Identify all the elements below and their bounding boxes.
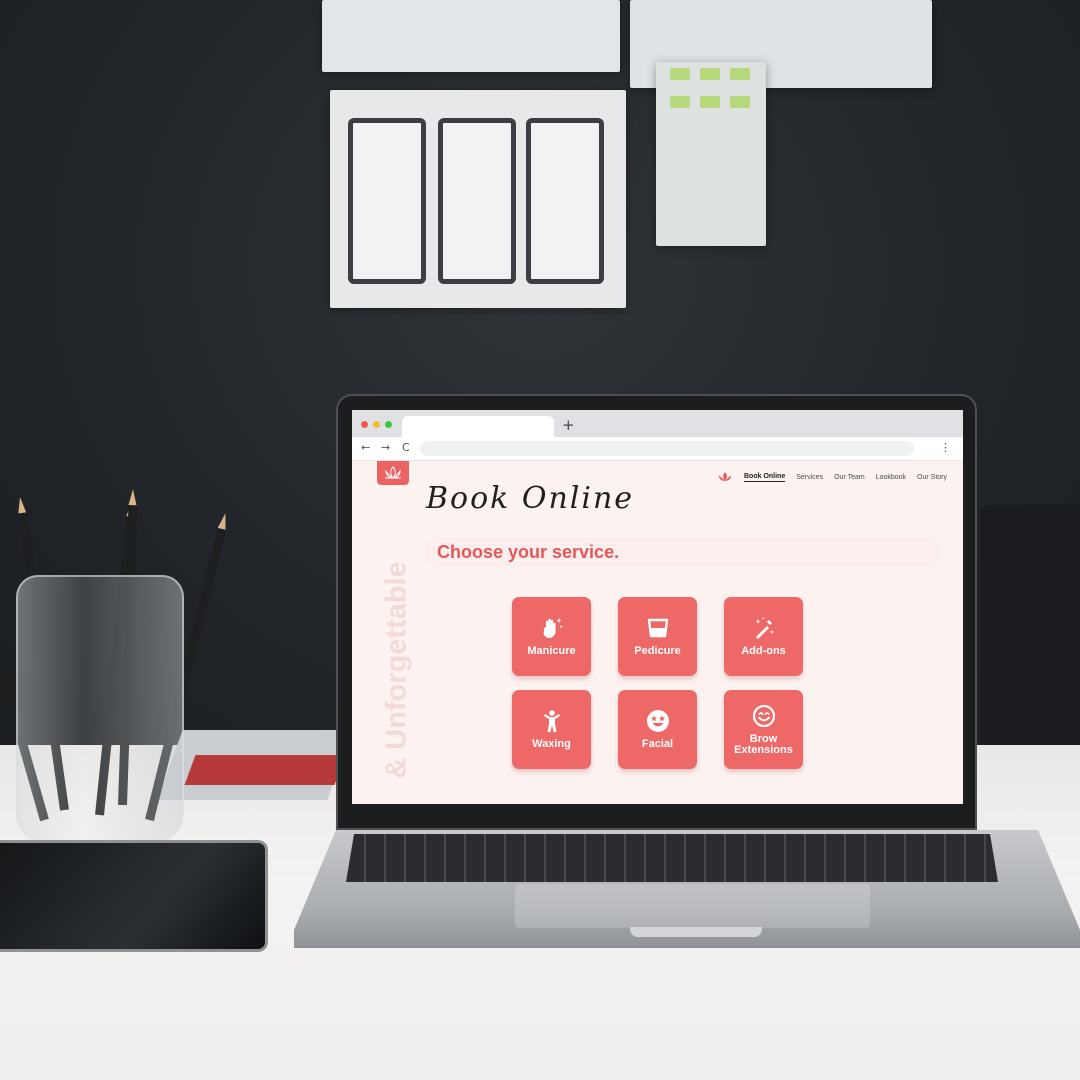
main-nav: Book Online Services Our Team Lookbook O…: [717, 472, 947, 482]
background-monitor: [980, 505, 1080, 780]
service-label: Add-ons: [741, 645, 786, 657]
address-bar-row: ← → C ⋮: [352, 437, 963, 461]
phone-sketch: [348, 118, 426, 284]
browser-menu-icon[interactable]: ⋮: [940, 441, 951, 454]
phone-sketch: [438, 118, 516, 284]
tablet: [0, 840, 268, 952]
side-tagline: & Unforgettable: [372, 536, 422, 804]
lotus-icon: [717, 472, 733, 482]
wireframe-sheet: [330, 90, 626, 308]
service-pedicure-button[interactable]: Pedicure: [618, 597, 697, 676]
forward-arrow-icon[interactable]: →: [381, 441, 390, 454]
address-input[interactable]: [420, 441, 914, 456]
site-logo[interactable]: [377, 461, 409, 485]
nav-our-story[interactable]: Our Story: [917, 474, 947, 481]
service-prompt: Choose your service.: [437, 542, 620, 562]
nav-book-online[interactable]: Book Online: [744, 473, 786, 482]
browser-window: + ← → C ⋮ Book Online Services Our Team …: [352, 410, 963, 804]
service-label: Brow Extensions: [734, 732, 793, 756]
laptop-notch: [630, 927, 762, 937]
service-label: Facial: [641, 738, 674, 750]
back-arrow-icon[interactable]: ←: [361, 441, 370, 454]
laptop-keyboard: [346, 834, 998, 882]
wall-paper: [656, 62, 766, 246]
foot-bath-icon: [647, 618, 668, 638]
service-add-ons-button[interactable]: Add-ons: [724, 597, 803, 676]
magic-wand-icon: [755, 617, 774, 639]
smiling-face-icon: [752, 704, 775, 727]
close-window-button[interactable]: [361, 421, 368, 428]
service-facial-button[interactable]: Facial: [618, 690, 697, 769]
nav-services[interactable]: Services: [796, 474, 823, 481]
service-brow-extensions-button[interactable]: Brow Extensions: [724, 690, 803, 769]
browser-tab[interactable]: [402, 416, 554, 437]
star-eyes-face-icon: [646, 710, 669, 732]
new-tab-button[interactable]: +: [562, 416, 575, 434]
service-label: Waxing: [532, 738, 571, 750]
page-title: Book Online: [426, 481, 635, 516]
phone-sketch: [526, 118, 604, 284]
service-waxing-button[interactable]: Waxing: [512, 690, 591, 769]
service-label: Manicure: [527, 645, 576, 657]
nav-lookbook[interactable]: Lookbook: [876, 474, 906, 481]
person-icon: [543, 710, 560, 732]
hand-sparkle-icon: [543, 618, 563, 638]
wall-paper: [322, 0, 620, 72]
side-tagline-text: & Unforgettable: [380, 561, 413, 779]
reload-icon[interactable]: C: [402, 441, 410, 454]
service-label: Pedicure: [634, 645, 681, 657]
booking-page: Book Online Services Our Team Lookbook O…: [352, 461, 963, 804]
service-manicure-button[interactable]: Manicure: [512, 597, 591, 676]
glass-jar: [16, 575, 184, 843]
lotus-icon: [385, 466, 401, 479]
desk-folder: [184, 755, 346, 785]
laptop-trackpad: [515, 884, 870, 928]
browser-tab-strip: +: [352, 410, 963, 437]
service-prompt-banner: Choose your service.: [425, 537, 940, 567]
nav-our-team[interactable]: Our Team: [834, 474, 865, 481]
maximize-window-button[interactable]: [385, 421, 392, 428]
minimize-window-button[interactable]: [373, 421, 380, 428]
